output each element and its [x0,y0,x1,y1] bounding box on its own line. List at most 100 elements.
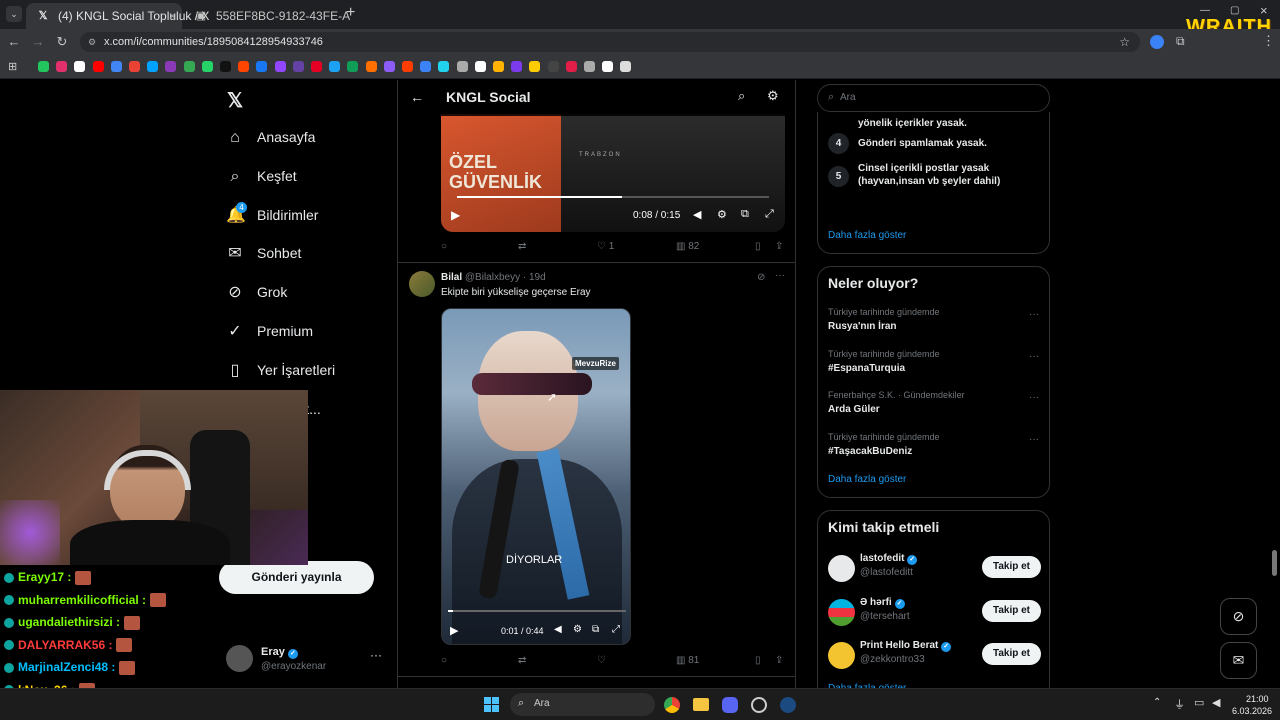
tab-search-button[interactable]: ⌄ [6,6,22,22]
post2-author[interactable]: Bilal [441,272,462,283]
video-progress-bar[interactable] [457,196,769,198]
url-field[interactable]: ⚙ x.com/i/communities/189508412895493374… [80,32,1140,52]
share-icon[interactable]: ⇪ [775,241,783,252]
back-arrow-icon[interactable]: ← [410,89,424,105]
views-button[interactable]: ▥ 81 [676,655,699,666]
trend-item[interactable]: Türkiye tarihinde gündemde #EspanaTurquia… [828,349,1041,385]
bookmark-favicon-icon[interactable] [511,61,523,72]
post1-video[interactable]: ÖZEL GÜVENLİK TRABZON ▶ 0:08 / 0:15 ◀ ⚙ ⧉… [441,114,785,232]
bookmark-favicon-icon[interactable] [274,61,286,72]
tab-kngl-social[interactable]: 𝕏 (4) KNGL Social Topluluk / X × [26,3,209,29]
follow-button[interactable]: Takip et [982,599,1041,622]
video-settings-icon[interactable]: ⚙ [573,624,582,635]
trend-more-icon[interactable]: ··· [1029,434,1039,445]
explorer-taskbar-icon[interactable] [693,698,709,711]
bookmark-favicon-icon[interactable] [347,61,359,72]
bookmark-favicon-icon[interactable] [493,61,504,72]
bookmark-favicon-icon[interactable] [402,61,413,72]
bookmark-favicon-icon[interactable] [292,61,304,72]
new-tab-icon[interactable]: + [346,4,355,22]
puzzle-icon[interactable]: ⧉ [1176,34,1185,49]
trend-item[interactable]: Türkiye tarihinde gündemde Rusya'nın İran… [828,307,1041,343]
trend-more-icon[interactable]: ··· [1029,309,1039,320]
repost-icon[interactable]: ⇄ [518,241,526,252]
play-icon[interactable]: ▶ [451,208,460,222]
volume-icon[interactable]: ◀ [1212,696,1220,709]
x-logo-icon[interactable]: 𝕏 [227,88,243,113]
trend-more-icon[interactable]: ··· [1029,351,1039,362]
page-scrollbar[interactable] [1272,550,1277,576]
bookmark-favicon-icon[interactable] [92,61,104,72]
taskbar-search[interactable]: ⌕ Ara [510,693,655,716]
back-icon[interactable]: ← [6,34,22,50]
bookmark-favicon-icon[interactable] [183,61,195,72]
post2-time[interactable]: · 19d [523,272,546,283]
bookmark-favicon-icon[interactable] [438,61,450,72]
play-icon[interactable]: ▶ [450,624,458,637]
share-icon[interactable]: ⇪ [775,655,783,666]
like-icon[interactable]: ♡ [597,655,606,666]
reload-icon[interactable]: ↻ [54,34,70,50]
tab-image[interactable]: ▣ 558EF8BC-9182-43FE-A284-31 [184,3,350,29]
bookmark-favicon-icon[interactable] [474,61,486,72]
bookmark-favicon-icon[interactable] [620,61,632,72]
tab-close-icon[interactable]: × [169,3,176,29]
bookmark-favicon-icon[interactable] [584,61,595,72]
bookmark-favicon-icon[interactable] [329,61,341,72]
extension-icon[interactable] [1150,35,1164,49]
follow-item[interactable]: Ə hərfi ✓ @tersehart Takip et [818,595,1051,631]
account-switcher[interactable]: Eray ✓ @erayozkenar ··· [226,642,386,676]
repost-icon[interactable]: ⇄ [518,655,526,666]
grok-post-icon[interactable]: ⊘ [757,272,765,283]
messages-floating-button[interactable]: ✉ [1220,642,1257,679]
bookmark-favicon-icon[interactable] [110,61,122,72]
post2-avatar[interactable] [409,271,435,297]
minimize-icon[interactable]: — [1200,5,1210,16]
bookmark-favicon-icon[interactable] [547,61,559,72]
bookmark-favicon-icon[interactable] [420,61,432,72]
maximize-icon[interactable]: ▢ [1230,5,1239,16]
bookmark-favicon-icon[interactable] [220,61,231,72]
trend-more-icon[interactable]: ··· [1029,392,1039,403]
search-icon[interactable]: ⌕ [738,88,745,104]
bookmark-favicon-icon[interactable] [201,61,213,72]
video-progress-bar[interactable] [448,610,626,612]
post2-handle[interactable]: @Bilalxbeyy [465,272,520,283]
bookmark-favicon-icon[interactable] [456,61,468,72]
video-settings-icon[interactable]: ⚙ [717,208,727,221]
post-more-icon[interactable]: ··· [775,270,785,281]
rules-show-more[interactable]: Daha fazla göster [828,230,906,241]
bookmark-favicon-icon[interactable] [383,61,395,72]
search-input[interactable]: ⌕ Ara [817,84,1050,112]
pip-icon[interactable]: ⧉ [592,624,599,635]
follow-item[interactable]: lastofedit ✓ @lastofeditt Takip et [818,551,1051,587]
post-button[interactable]: Gönderi yayınla [219,561,374,594]
star-icon[interactable]: ☆ [1119,32,1130,52]
app-taskbar-icon[interactable] [751,697,767,713]
volume-icon[interactable]: ◀ [693,208,701,221]
apps-grid-icon[interactable]: ⊞ [8,60,17,73]
close-window-icon[interactable]: × [1260,3,1268,18]
trends-show-more[interactable]: Daha fazla göster [828,474,906,485]
tray-chevron-icon[interactable]: ⌃ [1153,697,1161,708]
trend-item[interactable]: Fenerbahçe S.K. · Gündemdekiler Arda Güle… [828,390,1041,426]
reply-icon[interactable]: ○ [441,655,447,666]
post2-video[interactable]: MevzuRize DİYORLAR ▶ 0:01 / 0:44 ◀ ⚙ ⧉ ⤢ [441,308,631,645]
follow-button[interactable]: Takip et [982,556,1041,578]
reply-icon[interactable]: ○ [441,241,447,252]
bookmark-favicon-icon[interactable] [129,61,140,72]
discord-taskbar-icon[interactable] [722,697,738,713]
bookmark-favicon-icon[interactable] [38,61,49,72]
follow-button[interactable]: Takip et [982,643,1041,665]
windows-start-icon[interactable] [484,697,499,712]
bookmark-favicon-icon[interactable] [311,61,322,72]
chrome-taskbar-icon[interactable] [664,697,680,713]
bookmark-icon[interactable]: ▯ [755,241,761,252]
fullscreen-icon[interactable]: ⤢ [612,624,620,635]
mic-icon[interactable]: ⏚ [1174,696,1185,712]
bookmark-favicon-icon[interactable] [147,61,159,72]
bookmark-favicon-icon[interactable] [56,61,68,72]
grok-floating-button[interactable]: ⊘ [1220,598,1257,635]
settings-icon[interactable]: ⚙ [767,88,779,104]
bookmark-favicon-icon[interactable] [365,61,377,72]
